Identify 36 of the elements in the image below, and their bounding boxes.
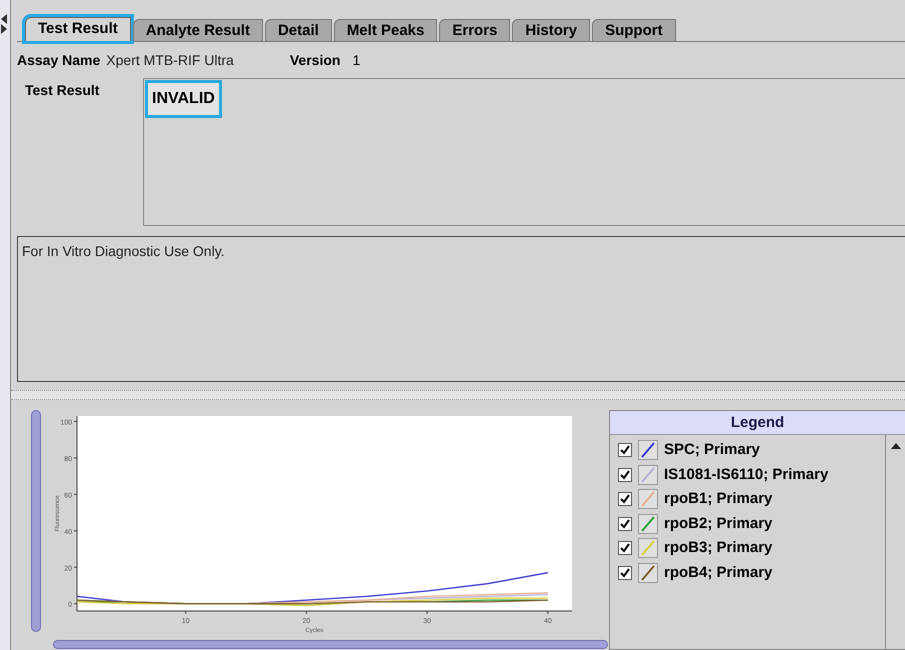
legend-label: rpoB2; Primary [664, 514, 772, 534]
tab[interactable]: Test Result [25, 17, 131, 41]
version-value: 1 [352, 50, 360, 70]
line-swatch-icon [638, 514, 658, 534]
legend-header: Legend [610, 411, 905, 435]
tab[interactable]: Detail [264, 19, 332, 41]
collapse-left-icon[interactable] [0, 14, 8, 24]
tab[interactable]: Analyte Result [132, 19, 263, 41]
expand-right-icon[interactable] [0, 24, 8, 34]
checkbox[interactable] [618, 443, 632, 458]
checkbox[interactable] [618, 516, 632, 531]
legend-label: IS1081-IS6110; Primary [664, 464, 828, 484]
tab[interactable]: Errors [439, 19, 510, 41]
checkbox[interactable] [618, 492, 632, 506]
notes-text: For In Vitro Diagnostic Use Only. [22, 243, 225, 259]
checkbox[interactable] [618, 468, 632, 482]
assay-name-value: Xpert MTB-RIF Ultra [106, 50, 234, 70]
version-label: Version [290, 50, 340, 70]
test-result-value: INVALID [148, 83, 219, 115]
assay-name-label: Assay Name [17, 50, 100, 70]
tab[interactable]: Support [592, 19, 676, 41]
test-result-label: Test Result [25, 82, 100, 98]
tab[interactable]: Melt Peaks [334, 19, 438, 41]
tab[interactable]: History [512, 19, 590, 41]
legend-label: rpoB4; Primary [664, 562, 772, 582]
line-swatch-icon [638, 440, 658, 460]
line-swatch-icon [638, 489, 658, 510]
line-swatch-icon [638, 464, 658, 485]
legend-label: rpoB1; Primary [664, 489, 772, 509]
line-swatch-icon [638, 538, 658, 558]
legend-label: rpoB3; Primary [664, 538, 772, 558]
scroll-up-icon[interactable] [890, 443, 900, 449]
line-swatch-icon [638, 562, 658, 583]
checkbox[interactable] [618, 566, 632, 580]
legend-label: SPC; Primary [664, 440, 760, 460]
checkbox[interactable] [618, 541, 632, 556]
